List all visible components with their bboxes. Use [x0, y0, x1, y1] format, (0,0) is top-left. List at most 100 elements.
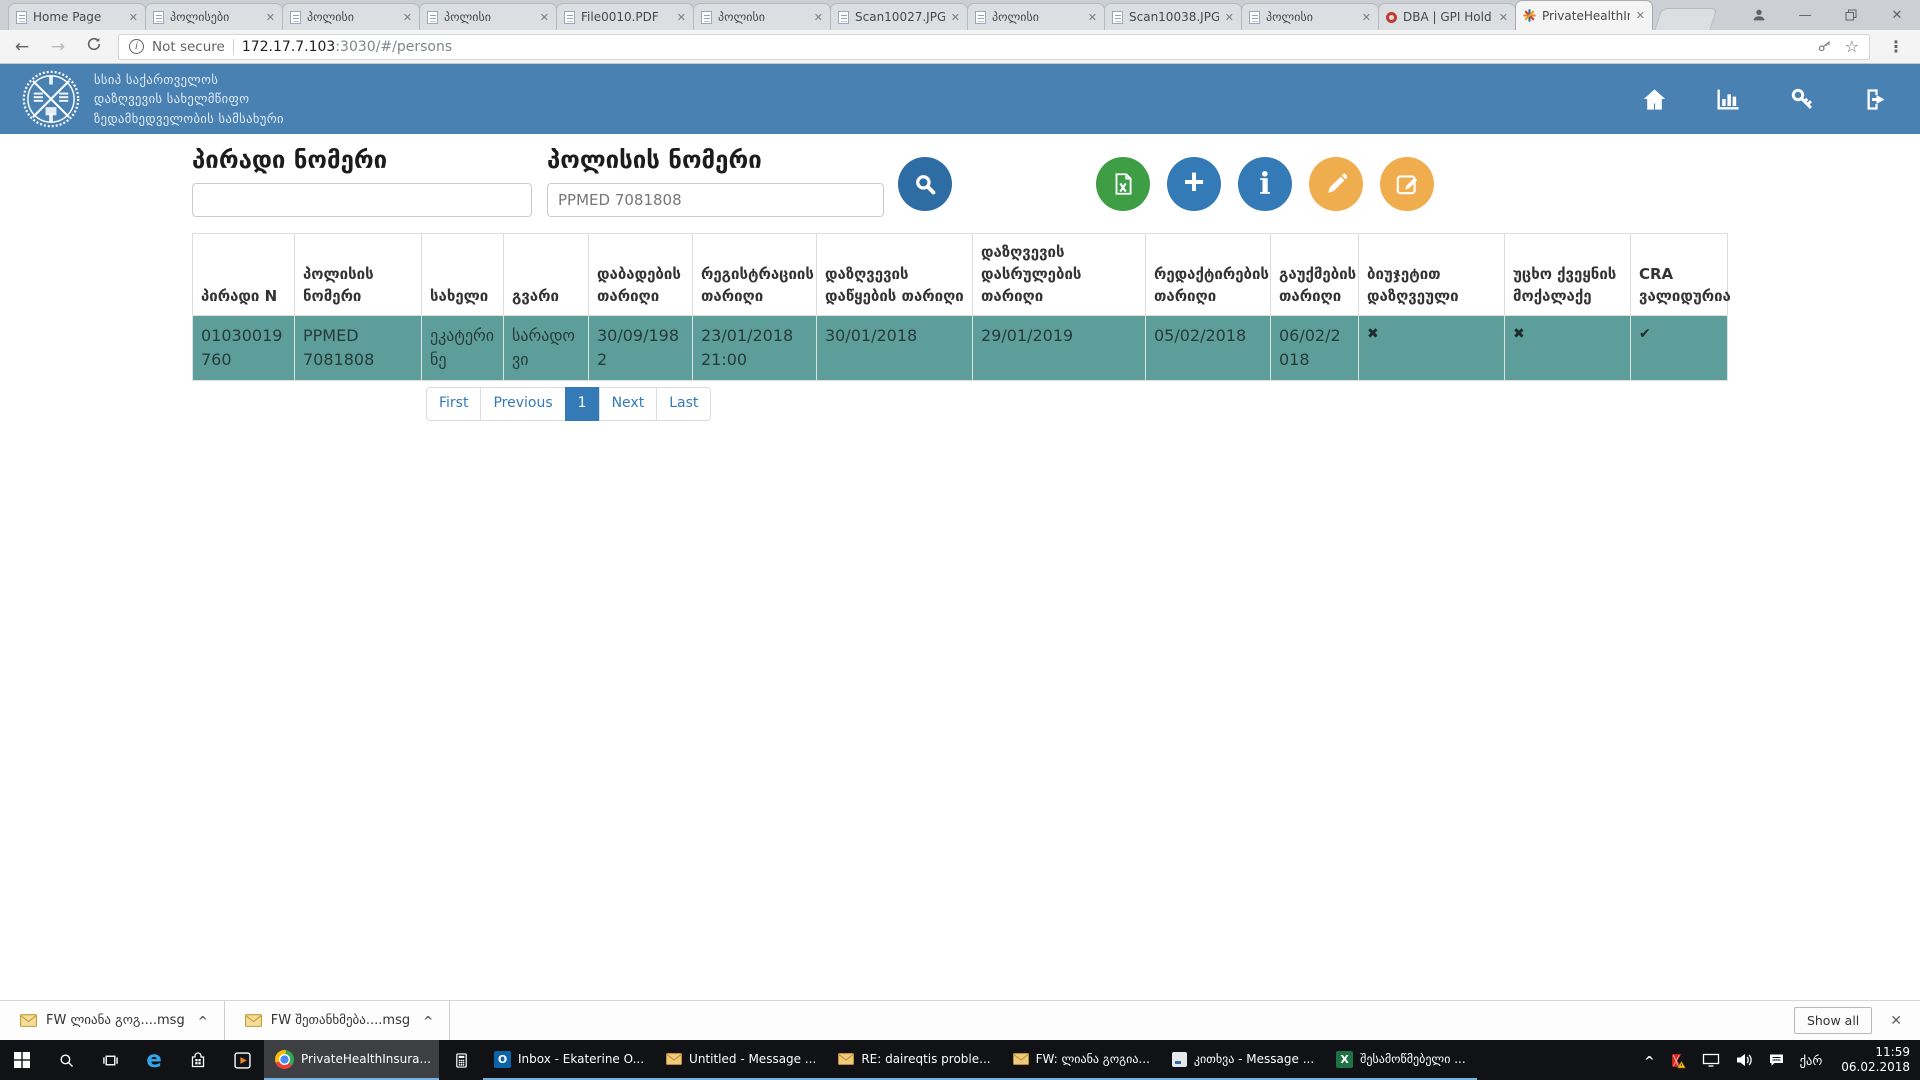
cell-personal-n[interactable]: 01030019760 [193, 316, 295, 381]
cell-edit-date[interactable]: 05/02/2018 [1146, 316, 1271, 381]
add-button[interactable]: + [1167, 157, 1221, 211]
chrome-menu-icon[interactable]: ⋮ [1882, 37, 1910, 56]
policy-number-label: პოლისის ნომერი [547, 146, 762, 174]
cell-birth-date[interactable]: 30/09/1982 [589, 316, 693, 381]
download-item-2[interactable]: FW შეთანხმება....msg ^ [225, 1001, 450, 1040]
browser-tab-policy-2[interactable]: პოლისი✕ [419, 3, 557, 30]
tab-close-icon[interactable]: ✕ [951, 11, 960, 24]
pagination-page-1[interactable]: 1 [565, 387, 600, 421]
cell-cra-valid-check-icon[interactable]: ✔ [1631, 316, 1728, 381]
pagination-last[interactable]: Last [656, 387, 711, 421]
action-center-icon[interactable] [1768, 1052, 1785, 1068]
sign-out-icon[interactable] [1862, 85, 1890, 113]
calculator-icon[interactable] [439, 1040, 483, 1080]
movies-tv-icon[interactable] [220, 1040, 264, 1080]
profile-icon[interactable] [1736, 0, 1782, 30]
browser-tab-dba[interactable]: DBA | GPI Hold✕ [1378, 3, 1516, 30]
back-icon[interactable]: ← [10, 37, 34, 57]
taskbar-window-message-re[interactable]: RE: daireqtis proble... [827, 1040, 1001, 1080]
bar-chart-icon[interactable] [1714, 85, 1742, 113]
chevron-up-icon[interactable]: ^ [423, 1014, 433, 1028]
browser-tab-policy-1[interactable]: პოლისი✕ [282, 3, 420, 30]
cell-cancel-date[interactable]: 06/02/2018 [1271, 316, 1359, 381]
tab-close-icon[interactable]: ✕ [1499, 11, 1508, 24]
taskbar-window-message-kitxva[interactable]: კითხვა - Message ... [1161, 1040, 1325, 1080]
cell-first-name[interactable]: ეკატერინე [422, 316, 504, 381]
home-icon[interactable] [1640, 85, 1668, 113]
tab-close-icon[interactable]: ✕ [403, 11, 412, 24]
tab-close-icon[interactable]: ✕ [540, 11, 549, 24]
pagination-next[interactable]: Next [599, 387, 658, 421]
cell-last-name[interactable]: სარადოვი [504, 316, 589, 381]
volume-icon[interactable] [1735, 1052, 1753, 1068]
tab-close-icon[interactable]: ✕ [1225, 11, 1234, 24]
key-nav-icon[interactable] [1788, 85, 1816, 113]
network-display-icon[interactable] [1702, 1052, 1720, 1068]
taskbar-clock[interactable]: 11:59 06.02.2018 [1837, 1045, 1910, 1075]
download-item-1[interactable]: FW ლიანა გოგ....msg ^ [0, 1001, 225, 1040]
edge-icon[interactable]: e [132, 1040, 176, 1080]
browser-tab-pdf[interactable]: File0010.PDF✕ [556, 3, 694, 30]
pagination-first[interactable]: First [426, 387, 481, 421]
taskbar-search-icon[interactable] [44, 1040, 88, 1080]
cell-foreign-citizen-cross-icon[interactable]: ✖ [1505, 316, 1631, 381]
browser-tab-policy-3[interactable]: პოლისი✕ [693, 3, 831, 30]
browser-tab-scan1[interactable]: Scan10027.JPG✕ [830, 3, 968, 30]
browser-tab-active-privatehealth[interactable]: PrivateHealthIn ✕ [1515, 0, 1653, 30]
taskbar-window-chrome[interactable]: PrivateHealthInsura... [264, 1040, 439, 1080]
taskbar-window-excel[interactable]: X შესამოწმებელი ... [1325, 1040, 1477, 1080]
browser-tab-policies[interactable]: პოლისები ✕ [145, 3, 283, 30]
chevron-up-icon[interactable]: ^ [198, 1014, 208, 1028]
language-indicator[interactable]: ქარ [1800, 1053, 1823, 1068]
cell-policy-number[interactable]: PPMED 7081808 [295, 316, 422, 381]
export-excel-button[interactable] [1096, 157, 1150, 211]
browser-tab-policy-5[interactable]: პოლისი✕ [1241, 3, 1379, 30]
browser-tab-home[interactable]: Home Page✕ [8, 3, 146, 30]
tab-close-icon[interactable]: ✕ [1362, 11, 1371, 24]
antivirus-icon[interactable] [1670, 1052, 1687, 1069]
cell-registration-date[interactable]: 23/01/2018 21:00 [693, 316, 817, 381]
tab-close-icon[interactable]: ✕ [677, 11, 686, 24]
clock-time: 11:59 [1841, 1045, 1910, 1060]
info-button[interactable]: i [1238, 157, 1292, 211]
edit-pencil-button[interactable] [1309, 157, 1363, 211]
tab-close-icon[interactable]: ✕ [1088, 11, 1097, 24]
browser-tab-policy-4[interactable]: პოლისი✕ [967, 3, 1105, 30]
show-all-downloads-button[interactable]: Show all [1794, 1007, 1872, 1034]
cell-insurance-start[interactable]: 30/01/2018 [817, 316, 973, 381]
taskbar-window-outlook-inbox[interactable]: O Inbox - Ekaterine O... [483, 1040, 655, 1080]
task-view-icon[interactable] [88, 1040, 132, 1080]
info-icon[interactable]: i [129, 39, 144, 54]
bookmark-star-icon[interactable]: ☆ [1845, 37, 1859, 56]
tab-title: პოლისები [170, 10, 260, 24]
tab-close-icon[interactable]: ✕ [129, 11, 138, 24]
search-button[interactable] [898, 157, 952, 211]
edit-form-button[interactable] [1380, 157, 1434, 211]
tab-close-icon[interactable]: ✕ [814, 11, 823, 24]
personal-number-input[interactable] [192, 183, 532, 217]
new-tab-button[interactable] [1654, 8, 1717, 30]
start-button[interactable] [0, 1040, 44, 1080]
table-row-selected[interactable]: 01030019760 PPMED 7081808 ეკატერინე სარა… [193, 316, 1728, 381]
tab-close-icon[interactable]: ✕ [266, 11, 275, 24]
close-window-button[interactable]: ✕ [1874, 0, 1920, 30]
taskbar-window-message-untitled[interactable]: Untitled - Message ... [655, 1040, 827, 1080]
tab-title: PrivateHealthIn [1542, 9, 1630, 23]
browser-tab-scan2[interactable]: Scan10038.JPG✕ [1104, 3, 1242, 30]
taskbar-window-message-fw[interactable]: FW: ლიანა გოგია... [1002, 1040, 1161, 1080]
forward-icon[interactable]: → [46, 37, 70, 57]
policy-number-input[interactable] [547, 183, 884, 217]
close-download-bar-icon[interactable]: ✕ [1890, 1013, 1902, 1029]
pagination-previous[interactable]: Previous [480, 387, 565, 421]
store-icon[interactable] [176, 1040, 220, 1080]
key-icon[interactable] [1817, 39, 1833, 55]
reload-icon[interactable] [82, 36, 106, 57]
cell-budget-insured-cross-icon[interactable]: ✖ [1359, 316, 1505, 381]
pagination: First Previous 1 Next Last [426, 387, 711, 421]
minimize-button[interactable]: — [1782, 0, 1828, 30]
cell-insurance-end[interactable]: 29/01/2019 [973, 316, 1146, 381]
tab-close-icon[interactable]: ✕ [1636, 9, 1645, 22]
tray-expand-icon[interactable]: ^ [1644, 1053, 1654, 1068]
address-bar[interactable]: i Not secure 172.17.7.103:3030/#/persons… [118, 34, 1870, 60]
restore-button[interactable] [1828, 0, 1874, 30]
